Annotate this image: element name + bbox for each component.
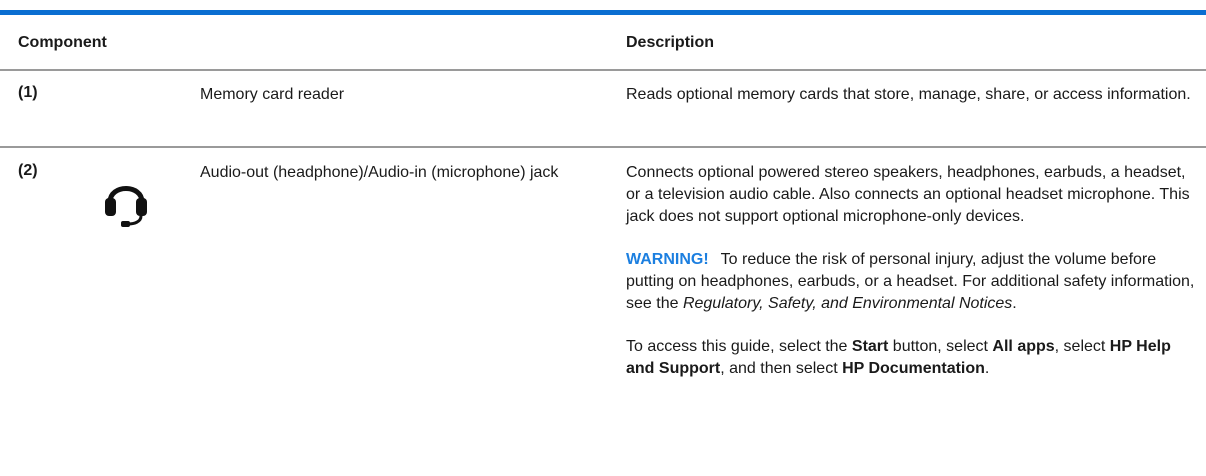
callout-2: (2): [18, 162, 38, 179]
component-name-1: Memory card reader: [200, 86, 345, 103]
row-divider: [0, 146, 1206, 148]
component-description-1: Reads optional memory cards that store, …: [626, 86, 1191, 103]
component-name-2: Audio-out (headphone)/Audio-in (micropho…: [200, 164, 559, 181]
warning-label: WARNING!: [626, 251, 709, 268]
warning-end: .: [1012, 295, 1017, 312]
guide-paragraph: To access this guide, select the Start b…: [626, 336, 1198, 380]
guide-text: button, select: [888, 338, 993, 355]
table-top-rule: [0, 10, 1206, 15]
guide-text: , and then select: [720, 360, 843, 377]
start-label: Start: [851, 338, 889, 355]
header-component: Component: [18, 34, 107, 51]
component-table: Component Description (1) Memory card re…: [0, 0, 1206, 476]
guide-text: , select: [1054, 338, 1110, 355]
header-description: Description: [626, 34, 715, 51]
hp-documentation-label: HP Documentation: [842, 360, 985, 377]
component-description-2: Connects optional powered stereo speaker…: [626, 162, 1198, 380]
all-apps-label: All apps: [992, 338, 1055, 355]
row-divider: [0, 69, 1206, 71]
headphone-icon: [100, 172, 152, 228]
notices-title: Regulatory, Safety, and Environmental No…: [682, 295, 1013, 312]
guide-text: .: [984, 360, 990, 377]
callout-1: (1): [18, 84, 38, 101]
guide-text: To access this guide, select the: [626, 338, 852, 355]
warning-paragraph: WARNING! To reduce the risk of personal i…: [626, 249, 1198, 315]
description-paragraph: Connects optional powered stereo speaker…: [626, 164, 1190, 225]
